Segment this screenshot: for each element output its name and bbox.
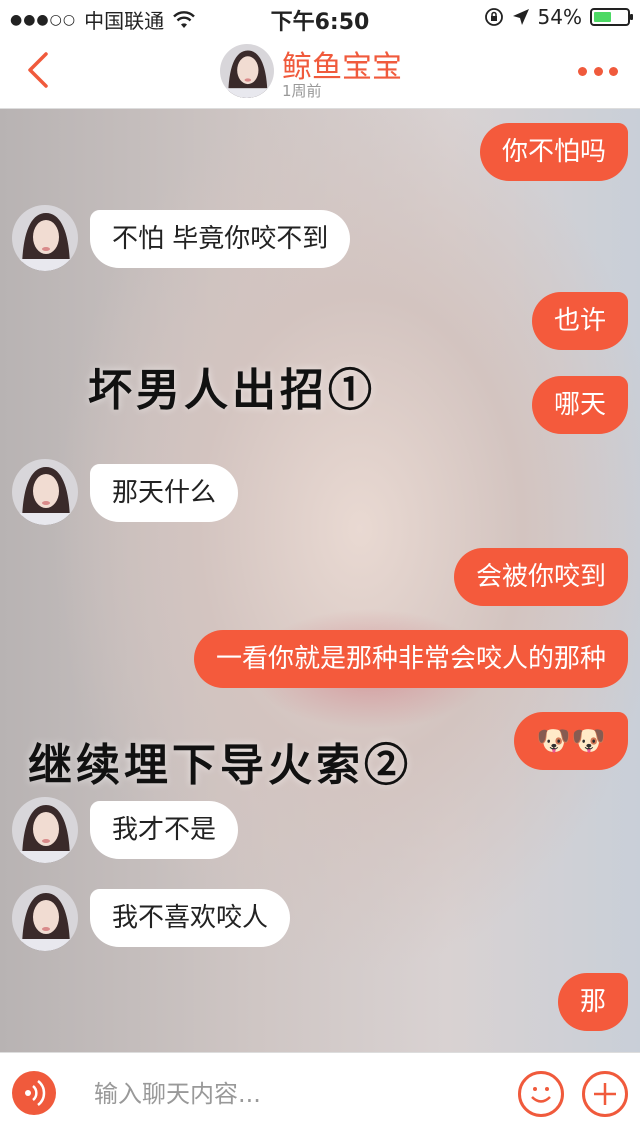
- more-options-button[interactable]: [578, 64, 618, 78]
- avatar-image: [12, 459, 78, 525]
- input-bar: [0, 1052, 640, 1139]
- overlay-caption: 坏男人出招①: [88, 365, 376, 416]
- avatar-image: [12, 885, 78, 951]
- overlay-caption: 继续埋下导火索②: [28, 740, 412, 791]
- status-right: 54%: [484, 5, 633, 29]
- plus-button[interactable]: [582, 1071, 628, 1117]
- avatar[interactable]: [12, 885, 78, 951]
- more-dot-icon: [593, 66, 603, 76]
- more-dot-icon: [578, 66, 587, 76]
- message-bubble-received[interactable]: 那天什么: [90, 464, 239, 522]
- status-bar: ●●●○○ 中国联通 下午6:50 54%: [0, 0, 640, 36]
- avatar[interactable]: [12, 205, 78, 271]
- avatar-image: [12, 797, 78, 863]
- lock-rotation-icon: [484, 8, 503, 26]
- avatar[interactable]: [12, 459, 78, 525]
- back-button[interactable]: [22, 50, 56, 90]
- plus-icon: [594, 1083, 616, 1105]
- message-bubble-sent[interactable]: 哪天: [531, 376, 628, 434]
- avatar-image: [12, 205, 78, 271]
- avatar[interactable]: [12, 797, 78, 863]
- battery-icon: [590, 8, 633, 26]
- smiley-icon: [531, 1087, 551, 1103]
- avatar-image: [220, 44, 274, 98]
- location-arrow-icon: [512, 9, 529, 25]
- message-input[interactable]: [74, 1069, 504, 1119]
- message-bubble-sent[interactable]: 也许: [531, 292, 628, 350]
- contact-avatar[interactable]: [220, 44, 274, 98]
- message-bubble-sent[interactable]: 那: [557, 973, 628, 1031]
- battery-percent: 54%: [537, 5, 582, 29]
- battery-level-fill: [594, 12, 611, 22]
- voice-icon: [25, 1080, 46, 1106]
- voice-button[interactable]: [12, 1071, 56, 1115]
- last-seen: 1周前: [282, 82, 322, 100]
- emoji-button[interactable]: [518, 1071, 564, 1117]
- message-bubble-sent[interactable]: 🐶🐶: [514, 712, 628, 770]
- message-bubble-sent[interactable]: 会被你咬到: [453, 548, 628, 606]
- message-bubble-received[interactable]: 不怕 毕竟你咬不到: [90, 210, 351, 268]
- message-bubble-received[interactable]: 我不喜欢咬人: [90, 889, 291, 947]
- chat-area[interactable]: 你不怕吗 不怕 毕竟你咬不到 也许 坏男人出招① 哪天 那天什么 会被你咬到 一…: [0, 109, 640, 1052]
- more-dot-icon: [609, 66, 618, 76]
- message-bubble-sent[interactable]: 你不怕吗: [479, 123, 628, 181]
- chat-header: 鲸鱼宝宝 1周前: [0, 36, 640, 109]
- message-bubble-received[interactable]: 我才不是: [90, 801, 239, 859]
- message-bubble-sent[interactable]: 一看你就是那种非常会咬人的那种: [193, 630, 628, 688]
